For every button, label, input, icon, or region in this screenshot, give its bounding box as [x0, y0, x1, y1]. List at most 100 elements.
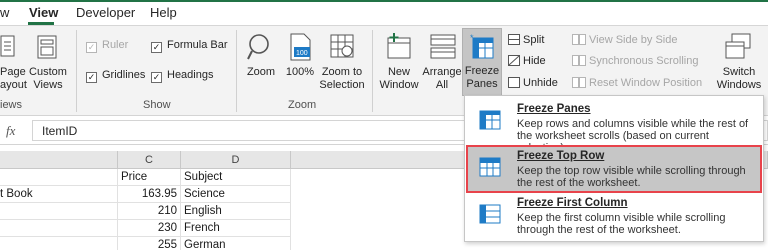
zoom-to-selection-label-1: Zoom to [321, 66, 363, 78]
ruler-label: Ruler [102, 39, 129, 51]
hide-icon [508, 55, 520, 66]
headings-label: Headings [167, 69, 214, 81]
freeze-panes-label: Freeze Panes [463, 65, 501, 91]
menu-item-description: Keep the first column visible while scro… [517, 212, 726, 236]
headings-checkbox[interactable]: ✓ Headings [151, 69, 213, 83]
reset-window-position-label: Reset Window Position [589, 77, 703, 89]
freeze-panes-menu: Freeze Panes Keep rows and columns visib… [464, 95, 764, 242]
page-layout-label-2: ayout [0, 79, 27, 91]
cell[interactable] [0, 169, 118, 186]
freeze-panes-label-1: Freeze [464, 65, 500, 77]
hide-button[interactable]: Hide [508, 55, 546, 67]
column-header-c[interactable]: C [118, 151, 181, 169]
zoom-to-selection-icon [330, 34, 354, 58]
reset-position-icon [572, 77, 586, 88]
custom-views-button[interactable]: Custom Views [26, 66, 70, 92]
sync-scroll-icon [572, 55, 586, 66]
cell[interactable] [0, 203, 118, 220]
new-window-label-2: Window [379, 79, 419, 91]
active-tab-indicator [28, 22, 54, 25]
tab-help[interactable]: Help [150, 5, 177, 20]
cell[interactable]: English [181, 203, 291, 220]
menu-item-freeze-panes[interactable]: Freeze Panes Keep rows and columns visib… [467, 99, 761, 154]
zoom-button[interactable]: Zoom [244, 66, 278, 79]
svg-text:*: * [470, 33, 474, 43]
freeze-panes-icon [479, 110, 501, 130]
switch-windows-icon [725, 33, 751, 59]
menu-item-freeze-top-row[interactable]: Freeze Top Row Keep the top row visible … [466, 145, 762, 193]
gridlines-check-icon: ✓ [86, 72, 97, 83]
cell[interactable]: Subject [181, 169, 291, 186]
gridlines-checkbox[interactable]: ✓ Gridlines [86, 69, 145, 83]
group-separator [236, 30, 237, 112]
cell[interactable]: 230 [118, 220, 181, 237]
menu-item-title: Freeze Top Row [517, 150, 605, 162]
view-side-by-side-button[interactable]: View Side by Side [572, 34, 677, 46]
freeze-panes-label-2: Panes [466, 78, 498, 90]
custom-views-label-2: Views [33, 79, 63, 91]
ruler-checkbox[interactable]: ✓ Ruler [86, 39, 128, 53]
ribbon-tab-bar: w View Developer Help [0, 0, 768, 26]
cell[interactable] [0, 220, 118, 237]
unhide-button[interactable]: Unhide [508, 77, 558, 89]
cell[interactable]: German [181, 237, 291, 250]
freeze-top-row-icon [479, 157, 501, 177]
page-layout-icon [0, 35, 15, 57]
tab-partial[interactable]: w [0, 5, 9, 20]
menu-item-freeze-first-column[interactable]: Freeze First Column Keep the first colum… [467, 193, 761, 239]
arrange-all-label-2: All [435, 79, 449, 91]
cell[interactable]: 163.95 [118, 186, 181, 203]
column-header-b[interactable] [0, 151, 118, 169]
view-side-by-side-label: View Side by Side [589, 34, 678, 46]
zoom-100-button[interactable]: 100% [282, 66, 318, 79]
formula-bar-check-icon: ✓ [151, 42, 162, 53]
group-label-show: Show [143, 99, 171, 111]
menu-item-title: Freeze Panes [517, 103, 591, 115]
synchronous-scrolling-label: Synchronous Scrolling [589, 55, 699, 67]
group-label-views: iews [0, 99, 23, 111]
switch-windows-label-1: Switch [722, 66, 756, 78]
magnifier-icon [247, 34, 269, 60]
group-separator [76, 30, 77, 112]
hide-label: Hide [523, 55, 546, 67]
group-label-zoom: Zoom [288, 99, 317, 111]
formula-value: ItemID [42, 124, 78, 138]
headings-check-icon: ✓ [151, 72, 162, 83]
new-window-label-1: New [387, 66, 410, 78]
new-window-icon [387, 33, 411, 59]
new-window-button[interactable]: New Window [378, 66, 420, 92]
cell[interactable]: French [181, 220, 291, 237]
ruler-check-icon: ✓ [86, 42, 97, 53]
freeze-first-column-icon [479, 204, 501, 224]
side-by-side-icon [572, 34, 586, 45]
column-header-d[interactable]: D [181, 151, 291, 169]
svg-text:100: 100 [296, 50, 308, 57]
freeze-panes-button[interactable]: * Freeze Panes [462, 28, 502, 96]
tab-view[interactable]: View [29, 5, 58, 20]
cell[interactable]: 255 [118, 237, 181, 250]
group-separator [372, 30, 373, 112]
tab-developer[interactable]: Developer [76, 5, 135, 20]
zoom-to-selection-label-2: Selection [319, 79, 365, 91]
fx-icon[interactable]: fx [6, 123, 15, 139]
split-label: Split [523, 34, 545, 46]
unhide-label: Unhide [523, 77, 558, 89]
page-layout-label-1: Page [0, 66, 26, 78]
zoom-to-selection-button[interactable]: Zoom to Selection [318, 66, 366, 92]
synchronous-scrolling-button[interactable]: Synchronous Scrolling [572, 55, 698, 67]
cell[interactable]: Price [118, 169, 181, 186]
arrange-all-button[interactable]: Arrange All [420, 66, 464, 92]
reset-window-position-button[interactable]: Reset Window Position [572, 77, 702, 89]
formula-bar-checkbox[interactable]: ✓ Formula Bar [151, 39, 228, 53]
cell[interactable]: Science [181, 186, 291, 203]
title-accent-strip [0, 0, 768, 2]
cell[interactable]: t Book [0, 186, 118, 203]
split-button[interactable]: Split [508, 34, 544, 46]
unhide-icon [508, 77, 520, 88]
cell[interactable]: 210 [118, 203, 181, 220]
arrange-all-label-1: Arrange [422, 66, 462, 78]
cell[interactable] [0, 237, 118, 250]
gridlines-label: Gridlines [102, 69, 146, 81]
page-layout-button[interactable]: Page ayout [0, 66, 27, 92]
custom-views-label-1: Custom [29, 66, 67, 78]
